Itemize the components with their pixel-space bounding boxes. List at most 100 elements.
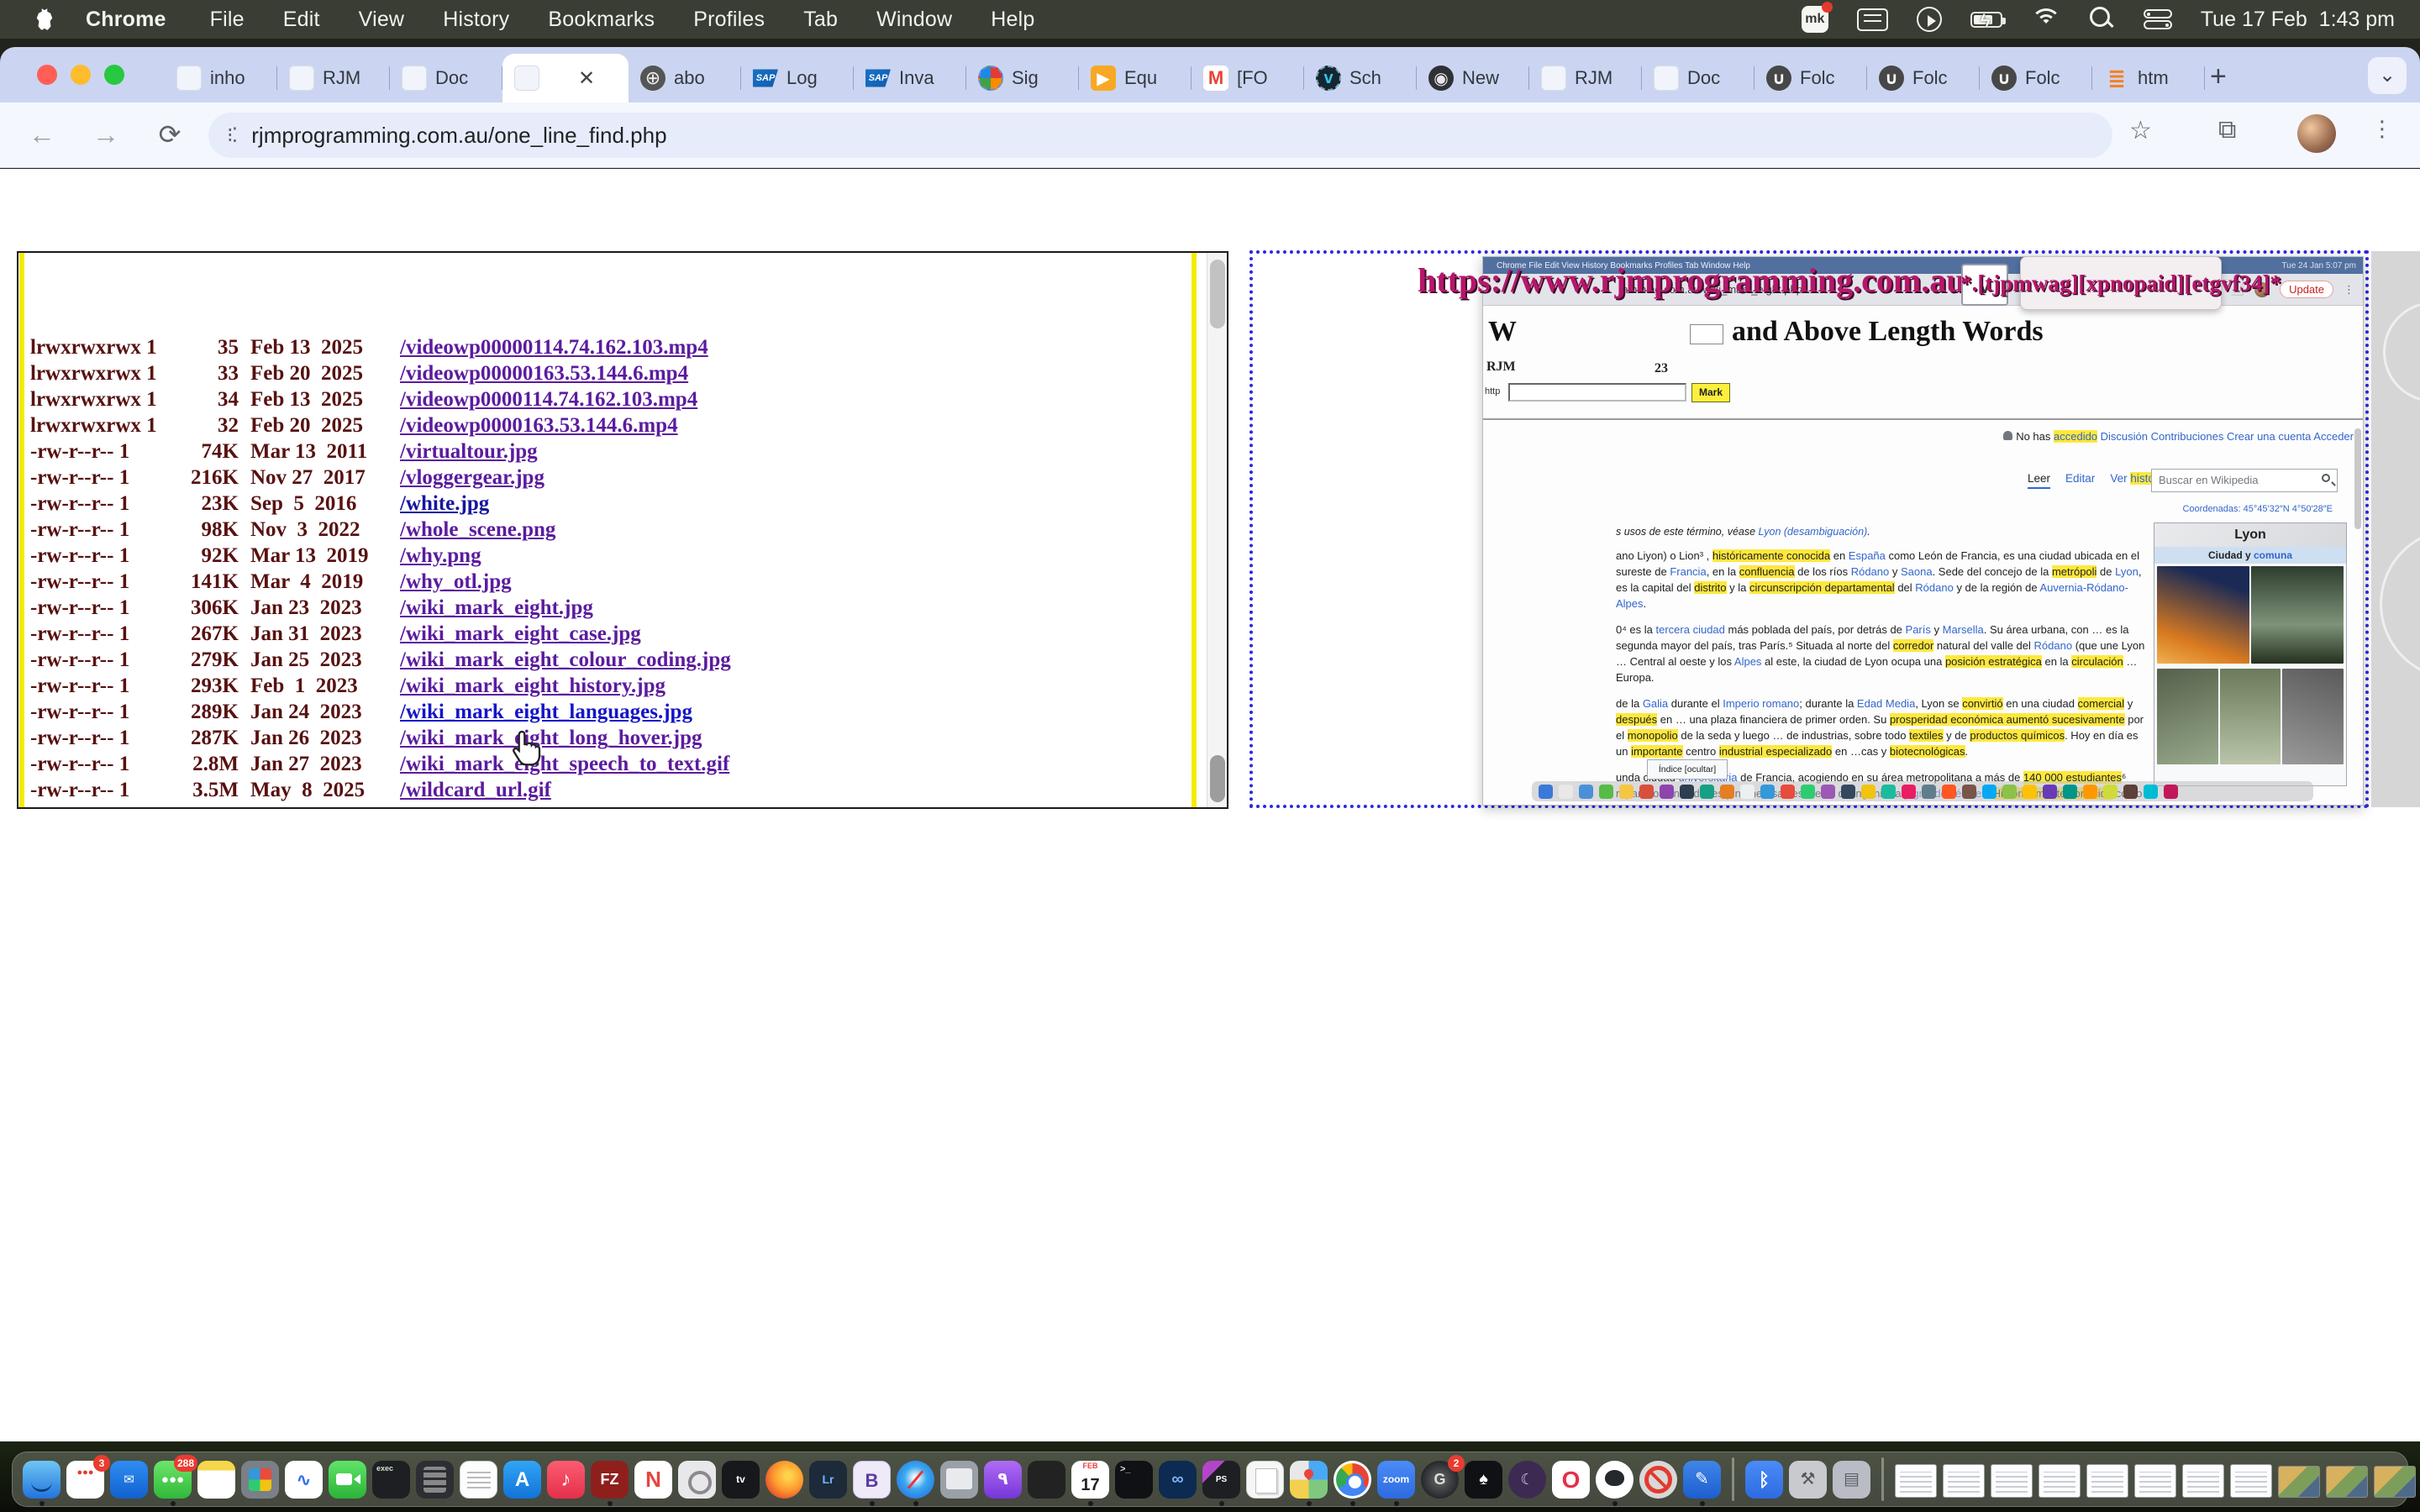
chrome-menu-icon[interactable]: ⋮ bbox=[2371, 116, 2393, 142]
dock-item[interactable] bbox=[1895, 1461, 1937, 1498]
tab[interactable]: Doc bbox=[390, 54, 502, 102]
appstore-dock-icon[interactable]: A bbox=[503, 1461, 541, 1499]
dock-item[interactable] bbox=[1991, 1461, 2033, 1498]
menu-item[interactable]: Window bbox=[876, 8, 952, 32]
dock-item[interactable] bbox=[2134, 1461, 2176, 1498]
calendar-dock-icon[interactable]: 17 bbox=[1071, 1461, 1109, 1499]
file-link[interactable]: /wiki_mark_eight.jpg bbox=[400, 595, 593, 621]
file-link[interactable]: /whole_scene.png bbox=[400, 517, 555, 543]
menu-item[interactable]: Chrome bbox=[86, 8, 166, 32]
file-link[interactable]: /wiki_mark_eight_long_hover.jpg bbox=[400, 725, 702, 751]
textedit-dock-icon[interactable] bbox=[460, 1461, 497, 1499]
terminal2-dock-icon[interactable]: >_ bbox=[1115, 1461, 1153, 1499]
menu-item[interactable]: View bbox=[359, 8, 405, 32]
facetime-dock-icon[interactable] bbox=[329, 1461, 366, 1499]
dock-item[interactable]: ♠ bbox=[1465, 1461, 1502, 1499]
dock-item[interactable]: ⚒ bbox=[1789, 1461, 1827, 1499]
battery-icon[interactable]: ϟ bbox=[1970, 12, 2002, 28]
extensions-icon[interactable]: ⧉ bbox=[2218, 116, 2236, 144]
file-link[interactable]: /white.jpg bbox=[400, 491, 489, 517]
dock-item[interactable]: ∿ bbox=[285, 1461, 323, 1499]
tab[interactable]: ⊕ abo bbox=[629, 54, 741, 102]
reload-button[interactable]: ⟳ bbox=[150, 114, 190, 155]
menu-item[interactable]: History bbox=[443, 8, 509, 32]
tab[interactable]: ◉ New bbox=[1417, 54, 1529, 102]
file-link[interactable]: /wiki_mark_eight_speech_to_text.gif bbox=[400, 751, 729, 777]
tab[interactable]: ∪ Folc bbox=[1754, 54, 1867, 102]
lightroom-dock-icon[interactable]: Lr bbox=[809, 1461, 847, 1499]
face-dock-icon[interactable]: ☾ bbox=[1508, 1461, 1546, 1499]
file-link[interactable]: /wiki_mark_eight_case.jpg bbox=[400, 621, 641, 647]
tab[interactable]: ∪ Folc bbox=[1980, 54, 2092, 102]
file-link[interactable]: /videowp00000114.74.162.103.mp4 bbox=[400, 334, 708, 360]
win-dock-icon[interactable] bbox=[2230, 1464, 2272, 1498]
dock-item[interactable] bbox=[1334, 1461, 1371, 1499]
dock-item[interactable] bbox=[23, 1461, 60, 1499]
dock-item[interactable] bbox=[2039, 1461, 2081, 1498]
dock-item[interactable]: ▤ bbox=[1833, 1461, 1870, 1499]
dock-item[interactable] bbox=[1290, 1461, 1328, 1499]
terminal-dock-icon[interactable]: exec bbox=[372, 1461, 410, 1499]
window-minimize-button[interactable] bbox=[71, 65, 91, 85]
finder-dock-icon[interactable] bbox=[23, 1461, 60, 1499]
tab[interactable]: ∪ Folc bbox=[1867, 54, 1980, 102]
window-zoom-button[interactable] bbox=[104, 65, 124, 85]
dock-item[interactable] bbox=[897, 1461, 934, 1499]
dock-item[interactable]: tv bbox=[722, 1461, 760, 1499]
file-link[interactable]: /wildcard_url.gif bbox=[400, 777, 551, 803]
tab[interactable]: SAP Log bbox=[741, 54, 854, 102]
tab[interactable]: SAP Inva bbox=[854, 54, 966, 102]
tab[interactable]: RJM bbox=[1529, 54, 1642, 102]
bluetooth-dock-icon[interactable]: ᛒ bbox=[1745, 1461, 1783, 1499]
dock-item[interactable]: ●●● 288 bbox=[154, 1461, 192, 1499]
file-link[interactable]: /virtualtour.jpg bbox=[400, 438, 538, 465]
menu-item[interactable]: File bbox=[210, 8, 245, 32]
win-dock-icon[interactable] bbox=[2086, 1464, 2128, 1498]
dock-item[interactable] bbox=[1028, 1461, 1065, 1499]
win-dock-icon[interactable] bbox=[1895, 1464, 1937, 1498]
tab[interactable]: M [FO bbox=[1192, 54, 1304, 102]
dock-item[interactable]: A bbox=[503, 1461, 541, 1499]
menu-item[interactable]: Bookmarks bbox=[548, 8, 655, 32]
file-link[interactable]: /vloggergear.jpg bbox=[400, 465, 544, 491]
dock-item[interactable] bbox=[416, 1461, 454, 1499]
preview-dock-icon[interactable] bbox=[940, 1461, 978, 1499]
dock-item[interactable]: Lr bbox=[809, 1461, 847, 1499]
menu-item[interactable]: Edit bbox=[283, 8, 320, 32]
sep-dock-icon[interactable] bbox=[1732, 1457, 1734, 1501]
forward-button[interactable]: → bbox=[86, 114, 126, 155]
dock-item[interactable]: ✉ bbox=[110, 1461, 148, 1499]
dock-item[interactable]: ∞ bbox=[1159, 1461, 1197, 1499]
dock-item[interactable] bbox=[2374, 1462, 2416, 1498]
key-dock-icon[interactable] bbox=[678, 1461, 716, 1499]
ruler-dock-icon[interactable]: ⚒ bbox=[1789, 1461, 1827, 1499]
dock-item[interactable] bbox=[1727, 1457, 1739, 1501]
file-link[interactable]: /window_dom_concept.gif bbox=[400, 803, 634, 809]
github-dock-icon[interactable] bbox=[1596, 1461, 1634, 1499]
win-dock-icon[interactable] bbox=[2182, 1464, 2224, 1498]
tab[interactable]: v Sch bbox=[1304, 54, 1417, 102]
music-dock-icon[interactable]: ♪ bbox=[547, 1461, 585, 1499]
new-tab-button[interactable]: + bbox=[2210, 60, 2227, 93]
dock-item[interactable] bbox=[2230, 1461, 2272, 1498]
dock-item[interactable] bbox=[329, 1461, 366, 1499]
dock-item[interactable]: G 2 bbox=[1421, 1461, 1459, 1499]
dock-item[interactable] bbox=[940, 1461, 978, 1499]
dock-item[interactable]: ●●● 3 bbox=[66, 1461, 104, 1499]
chrome-dock-icon[interactable] bbox=[1334, 1461, 1371, 1499]
affinity-dock-icon[interactable]: ♠ bbox=[1465, 1461, 1502, 1499]
dock-item[interactable] bbox=[2278, 1462, 2320, 1498]
darkcal-dock-icon[interactable] bbox=[1028, 1461, 1065, 1499]
window-close-button[interactable] bbox=[37, 65, 57, 85]
dock-item[interactable] bbox=[2086, 1461, 2128, 1498]
dock-item[interactable]: 17 bbox=[1071, 1461, 1109, 1499]
dock-item[interactable]: N bbox=[634, 1461, 672, 1499]
img-dock-icon[interactable] bbox=[2278, 1466, 2320, 1498]
file-list-scrollbar[interactable] bbox=[1207, 253, 1227, 807]
tab[interactable]: Sig bbox=[966, 54, 1079, 102]
tab[interactable]: ▶ Equ bbox=[1079, 54, 1192, 102]
img-dock-icon[interactable] bbox=[2326, 1466, 2368, 1498]
box-dock-icon[interactable]: ▤ bbox=[1833, 1461, 1870, 1499]
file-link[interactable]: /wiki_mark_eight_history.jpg bbox=[400, 673, 666, 699]
file-link[interactable]: /wiki_mark_eight_colour_coding.jpg bbox=[400, 647, 731, 673]
